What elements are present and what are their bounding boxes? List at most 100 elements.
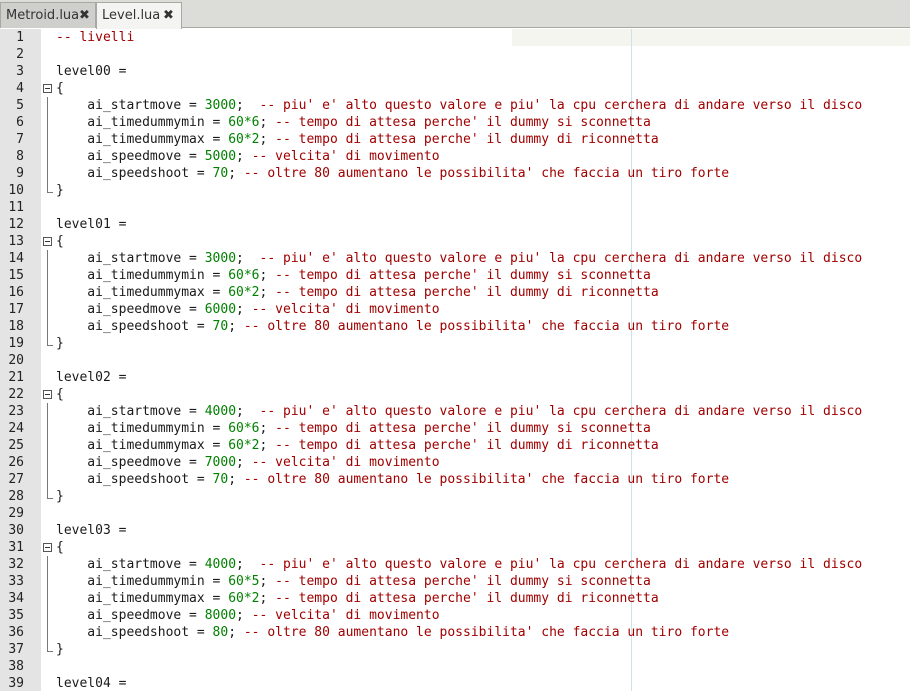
close-icon[interactable]: ✖: [79, 8, 90, 23]
code-text: ai_timedummymax = 60*2; -- tempo di atte…: [56, 284, 658, 301]
line-number: 11: [8, 200, 24, 215]
line-number: 10: [8, 183, 24, 198]
code-token: }: [56, 336, 64, 351]
code-token: ;: [236, 608, 252, 623]
code-line[interactable]: 20: [0, 352, 910, 369]
line-number: 3: [16, 64, 24, 79]
code-text: }: [56, 335, 64, 352]
fold-line: [47, 471, 48, 488]
code-line[interactable]: 3 level00 =: [0, 63, 910, 80]
comment: -- tempo di attesa perche' il dummy si s…: [275, 574, 651, 589]
code-line[interactable]: 27 ai_speedshoot = 70; -- oltre 80 aumen…: [0, 471, 910, 488]
code-line[interactable]: 30 level03 =: [0, 522, 910, 539]
code-line[interactable]: 14 ai_startmove = 3000; -- piu' e' alto …: [0, 250, 910, 267]
tab-level[interactable]: Level.lua ✖: [96, 2, 182, 29]
line-number: 18: [8, 319, 24, 334]
fold-toggle-icon[interactable]: [43, 390, 52, 399]
line-number: 13: [8, 234, 24, 249]
code-line[interactable]: 24 ai_timedummymin = 60*6; -- tempo di a…: [0, 420, 910, 437]
code-line[interactable]: 31 {: [0, 539, 910, 556]
code-line[interactable]: 10}: [0, 182, 910, 199]
code-token: ai_speedshoot =: [56, 472, 213, 487]
line-number: 14: [8, 251, 24, 266]
code-token: ai_speedmove =: [56, 455, 205, 470]
number-literal: 60*5: [228, 574, 260, 589]
fold-line: [47, 267, 48, 284]
line-number: 36: [8, 625, 24, 640]
number-literal: 70: [212, 472, 229, 487]
code-line[interactable]: 39 level04 =: [0, 675, 910, 692]
code-line[interactable]: 17 ai_speedmove = 6000; -- velcita' di m…: [0, 301, 910, 318]
line-number: 35: [8, 608, 24, 623]
fold-line: [47, 403, 48, 420]
code-line[interactable]: 5 ai_startmove = 3000; -- piu' e' alto q…: [0, 97, 910, 114]
code-token: ai_timedummymax =: [56, 285, 229, 300]
close-icon[interactable]: ✖: [163, 8, 174, 23]
tab-metroid[interactable]: Metroid.lua ✖: [0, 2, 96, 28]
code-token: ai_timedummymin =: [56, 268, 229, 283]
code-text: level00 =: [56, 63, 126, 80]
comment: -- tempo di attesa perche' il dummy di r…: [275, 132, 659, 147]
code-line[interactable]: 37}: [0, 641, 910, 658]
code-line[interactable]: 16 ai_timedummymax = 60*2; -- tempo di a…: [0, 284, 910, 301]
code-line[interactable]: 13 {: [0, 233, 910, 250]
fold-toggle-icon[interactable]: [43, 84, 52, 93]
number-literal: 60*2: [228, 132, 260, 147]
fold-line: [47, 590, 48, 607]
comment: -- velcita' di movimento: [251, 608, 440, 623]
line-number: 12: [8, 217, 24, 232]
line-number: 17: [8, 302, 24, 317]
code-line[interactable]: 38: [0, 658, 910, 675]
code-line[interactable]: 1 -- livelli: [0, 29, 910, 46]
fold-line: [47, 624, 48, 641]
code-text: ai_timedummymin = 60*6; -- tempo di atte…: [56, 420, 651, 437]
code-token: ai_startmove =: [56, 251, 205, 266]
fold-toggle-icon[interactable]: [43, 543, 52, 552]
code-token: ai_speedmove =: [56, 302, 205, 317]
code-editor[interactable]: 1 -- livelli 2 3 level00 = 4{5 ai_startmove =…: [0, 29, 910, 692]
code-text: {: [56, 539, 64, 556]
code-line[interactable]: 8 ai_speedmove = 5000; -- velcita' di mo…: [0, 148, 910, 165]
fold-line: [47, 97, 48, 114]
code-text: ai_speedmove = 7000; -- velcita' di movi…: [56, 454, 439, 471]
code-text: {: [56, 80, 64, 97]
comment: -- oltre 80 aumentano le possibilita' ch…: [243, 319, 730, 334]
code-line[interactable]: 33 ai_timedummymin = 60*5; -- tempo di a…: [0, 573, 910, 590]
fold-toggle-icon[interactable]: [43, 237, 52, 246]
comment: -- velcita' di movimento: [251, 149, 440, 164]
code-text: ai_startmove = 4000; -- piu' e' alto que…: [56, 556, 862, 573]
code-line[interactable]: 29: [0, 505, 910, 522]
code-token: ;: [236, 302, 252, 317]
code-line[interactable]: 28}: [0, 488, 910, 505]
code-text: ai_speedmove = 5000; -- velcita' di movi…: [56, 148, 440, 165]
code-line[interactable]: 11: [0, 199, 910, 216]
code-line[interactable]: 2: [0, 46, 910, 63]
code-text: {: [56, 233, 64, 250]
code-line[interactable]: 23 ai_startmove = 4000; -- piu' e' alto …: [0, 403, 910, 420]
line-number: 7: [16, 132, 24, 147]
line-number: 31: [8, 540, 24, 555]
code-line[interactable]: 26 ai_speedmove = 7000; -- velcita' di m…: [0, 454, 910, 471]
code-text: level03 =: [56, 522, 126, 539]
code-token: ai_timedummymin =: [56, 574, 229, 589]
code-line[interactable]: 21 level02 =: [0, 369, 910, 386]
code-line[interactable]: 32 ai_startmove = 4000; -- piu' e' alto …: [0, 556, 910, 573]
number-literal: 4000: [204, 557, 237, 572]
code-line[interactable]: 12 level01 =: [0, 216, 910, 233]
code-line[interactable]: 4{: [0, 80, 910, 97]
code-line[interactable]: 18 ai_speedshoot = 70; -- oltre 80 aumen…: [0, 318, 910, 335]
comment: -- piu' e' alto questo valore e piu' la …: [259, 557, 863, 572]
fold-line: [47, 573, 48, 590]
code-line[interactable]: 19}: [0, 335, 910, 352]
code-line[interactable]: 15 ai_timedummymin = 60*6; -- tempo di a…: [0, 267, 910, 284]
code-line[interactable]: 6 ai_timedummymin = 60*6; -- tempo di at…: [0, 114, 910, 131]
code-line[interactable]: 36 ai_speedshoot = 80; -- oltre 80 aumen…: [0, 624, 910, 641]
code-line[interactable]: 34 ai_timedummymax = 60*2; -- tempo di a…: [0, 590, 910, 607]
code-line[interactable]: 22 {: [0, 386, 910, 403]
line-number: 28: [8, 489, 24, 504]
code-line[interactable]: 25 ai_timedummymax = 60*2; -- tempo di a…: [0, 437, 910, 454]
code-token: ;: [259, 132, 276, 147]
code-line[interactable]: 7 ai_timedummymax = 60*2; -- tempo di at…: [0, 131, 910, 148]
code-line[interactable]: 35 ai_speedmove = 8000; -- velcita' di m…: [0, 607, 910, 624]
code-line[interactable]: 9 ai_speedshoot = 70; -- oltre 80 aument…: [0, 165, 910, 182]
